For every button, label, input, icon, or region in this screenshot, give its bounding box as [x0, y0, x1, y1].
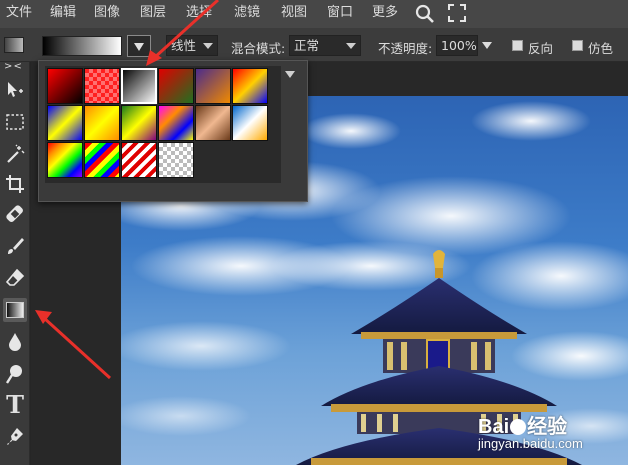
watermark-brand-suffix: 经验: [527, 416, 568, 438]
menu-view[interactable]: 视图: [281, 4, 307, 22]
watermark-brand: Bai: [478, 416, 510, 438]
gradient-type-select[interactable]: 线性: [166, 35, 218, 56]
gradient-swatch[interactable]: [195, 105, 231, 141]
gradient-swatch[interactable]: [84, 105, 120, 141]
menu-window[interactable]: 窗口: [327, 4, 353, 22]
paw-icon: [510, 419, 527, 435]
move-tool-icon[interactable]: [3, 78, 27, 102]
pen-tool-icon[interactable]: [3, 424, 27, 448]
gradient-type-value: 线性: [171, 38, 197, 53]
marquee-tool-icon[interactable]: [3, 110, 27, 134]
gradient-tool-icon[interactable]: [3, 298, 27, 322]
menu-filter[interactable]: 滤镜: [234, 4, 260, 22]
gradient-preview[interactable]: [4, 37, 24, 53]
blur-tool-icon[interactable]: [3, 330, 27, 354]
dither-checkbox[interactable]: [572, 40, 583, 51]
gradient-swatch[interactable]: [158, 142, 194, 178]
chevron-down-icon: [203, 43, 213, 49]
gradient-swatch[interactable]: [121, 142, 157, 178]
gradient-picker-panel: [38, 60, 308, 202]
gradient-picker-toggle[interactable]: [127, 35, 151, 57]
menu-layer[interactable]: 图层: [140, 4, 166, 22]
brush-tool-icon[interactable]: [3, 234, 27, 258]
options-bar: 线性 混合模式: 正常 不透明度: 100% 反向 仿色: [0, 28, 628, 62]
menu-more[interactable]: 更多: [372, 4, 398, 22]
collapse-toolbar-icon[interactable]: > <: [4, 61, 22, 72]
blend-mode-label: 混合模式:: [231, 41, 286, 56]
magic-wand-icon[interactable]: [3, 142, 27, 166]
menu-edit[interactable]: 编辑: [50, 4, 76, 22]
gradient-swatch[interactable]: [158, 68, 194, 104]
gradient-swatch[interactable]: [47, 105, 83, 141]
blend-mode-select[interactable]: 正常: [289, 35, 361, 56]
watermark-url: jingyan.baidu.com: [478, 436, 583, 451]
opacity-label: 不透明度:: [378, 41, 433, 56]
gradient-swatch[interactable]: [84, 68, 120, 104]
chevron-down-icon: [346, 43, 356, 49]
gradient-editor-swatch[interactable]: [42, 36, 122, 56]
gradient-swatch[interactable]: [232, 105, 268, 141]
search-icon[interactable]: [415, 4, 435, 28]
picker-menu-icon[interactable]: [285, 71, 295, 78]
gradient-swatch[interactable]: [47, 68, 83, 104]
reverse-label: 反向: [528, 41, 554, 56]
healing-brush-icon[interactable]: [3, 202, 27, 226]
opacity-input[interactable]: 100%: [436, 35, 478, 56]
opacity-dropdown-icon[interactable]: [482, 42, 492, 49]
eraser-tool-icon[interactable]: [3, 266, 27, 290]
dither-label: 仿色: [588, 41, 614, 56]
gradient-swatch[interactable]: [195, 68, 231, 104]
menu-file[interactable]: 文件: [6, 4, 32, 22]
menu-bar: 文件 编辑 图像 图层 选择 滤镜 视图 窗口 更多: [0, 0, 628, 28]
fullscreen-icon[interactable]: [448, 4, 466, 26]
type-tool-icon[interactable]: T: [3, 390, 27, 419]
reverse-checkbox[interactable]: [512, 40, 523, 51]
opacity-value: 100%: [441, 38, 477, 53]
menu-image[interactable]: 图像: [94, 4, 120, 22]
gradient-swatch[interactable]: [232, 68, 268, 104]
chevron-down-icon: [134, 43, 144, 51]
watermark-logo: Bai 经验: [478, 410, 567, 439]
crop-tool-icon[interactable]: [3, 172, 27, 196]
gradient-swatch[interactable]: [121, 105, 157, 141]
gradient-swatch[interactable]: [158, 105, 194, 141]
gradient-swatch-grid: [45, 66, 281, 183]
tool-panel: > < T: [0, 61, 30, 465]
blend-mode-value: 正常: [294, 38, 320, 53]
gradient-swatch[interactable]: [84, 142, 120, 178]
menu-select[interactable]: 选择: [186, 4, 212, 22]
gradient-swatch[interactable]: [47, 142, 83, 178]
gradient-swatch[interactable]: [121, 68, 157, 104]
dodge-tool-icon[interactable]: [3, 362, 27, 386]
